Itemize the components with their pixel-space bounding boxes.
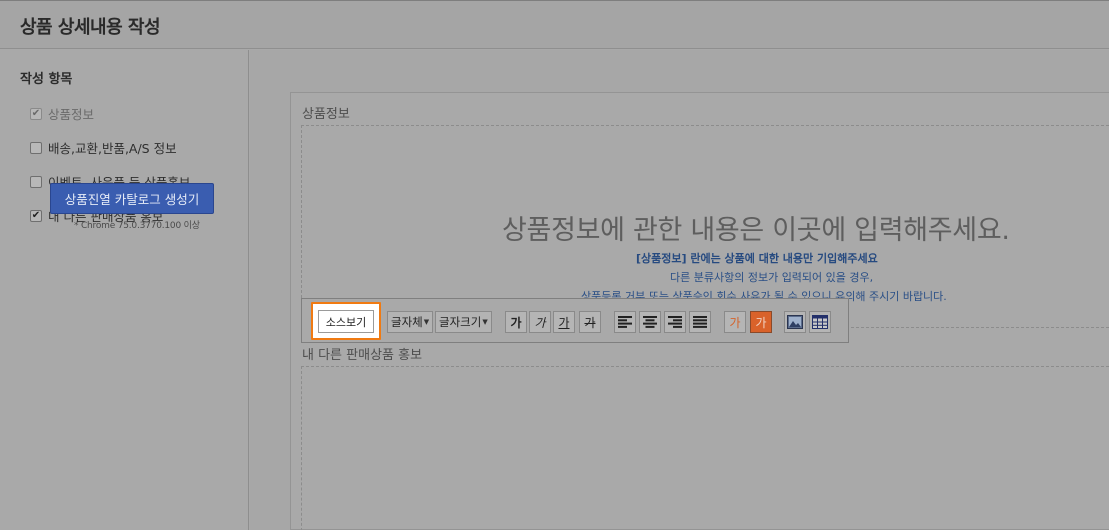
section-label-product-info: 상품정보 (302, 107, 350, 122)
italic-button[interactable]: 가 (529, 311, 551, 333)
editor-placeholder-line1: [상품정보] 란에는 상품에 대한 내용만 기입해주세요 (636, 252, 878, 265)
other-products-editor-area[interactable] (301, 366, 1109, 530)
table-icon (812, 315, 828, 329)
strikethrough-button[interactable]: 가 (579, 311, 601, 333)
chevron-down-icon: ▼ (423, 318, 430, 326)
align-right-icon (668, 316, 682, 328)
background-color-button[interactable]: 가 (750, 311, 772, 333)
italic-icon: 가 (534, 315, 546, 330)
sidebar-item-product-info[interactable]: ✔ 상품정보 (30, 104, 94, 123)
font-family-dropdown[interactable]: 글자체 ▼ (387, 311, 433, 333)
insert-table-button[interactable] (809, 311, 831, 333)
align-right-button[interactable] (664, 311, 686, 333)
text-color-button[interactable]: 가 (724, 311, 746, 333)
align-justify-button[interactable] (689, 311, 711, 333)
catalog-generator-button[interactable]: 상품진열 카탈로그 생성기 (50, 183, 214, 214)
image-icon (787, 315, 803, 329)
align-left-button[interactable] (614, 311, 636, 333)
text-color-icon: 가 (729, 315, 741, 330)
align-justify-icon (693, 316, 707, 328)
underline-button[interactable]: 가 (553, 311, 575, 333)
chrome-version-note: * Chrome 75.0.3770.100 이상 (74, 221, 200, 231)
bold-icon: 가 (510, 315, 522, 330)
editor-placeholder-main: 상품정보에 관한 내용은 이곳에 입력해주세요. (502, 215, 1010, 246)
strikethrough-icon: 가 (584, 315, 596, 330)
checkbox-unchecked-icon[interactable] (30, 175, 42, 188)
bold-button[interactable]: 가 (505, 311, 527, 333)
sidebar-item-label: 배송,교환,반품,A/S 정보 (48, 141, 177, 156)
font-family-label: 글자체 (391, 315, 423, 329)
align-center-icon (643, 316, 657, 328)
underline-icon: 가 (558, 315, 570, 330)
chevron-down-icon: ▼ (482, 318, 488, 326)
insert-image-button[interactable] (784, 311, 806, 333)
font-size-label: 글자크기 (439, 315, 482, 329)
sidebar-title: 작성 항목 (20, 72, 73, 87)
sidebar-item-shipping-info[interactable]: 배송,교환,반품,A/S 정보 (30, 138, 177, 157)
source-view-button[interactable]: 소스보기 (318, 310, 374, 333)
section-label-other-products: 내 다른 판매상품 홍보 (302, 348, 423, 363)
page-header: 상품 상세내용 작성 (0, 0, 1109, 49)
sidebar-item-label: 상품정보 (48, 107, 95, 122)
checkbox-checked-icon[interactable]: ✔ (30, 209, 42, 222)
checkbox-checked-icon[interactable]: ✔ (30, 107, 42, 120)
align-center-button[interactable] (639, 311, 661, 333)
font-size-dropdown[interactable]: 글자크기 ▼ (435, 311, 492, 333)
editor-placeholder-line2: 다른 분류사항의 정보가 입력되어 있을 경우, (670, 271, 874, 284)
page-title: 상품 상세내용 작성 (20, 17, 161, 38)
checkbox-unchecked-icon[interactable] (30, 141, 42, 154)
align-left-icon (618, 316, 632, 328)
background-color-icon: 가 (755, 315, 767, 330)
